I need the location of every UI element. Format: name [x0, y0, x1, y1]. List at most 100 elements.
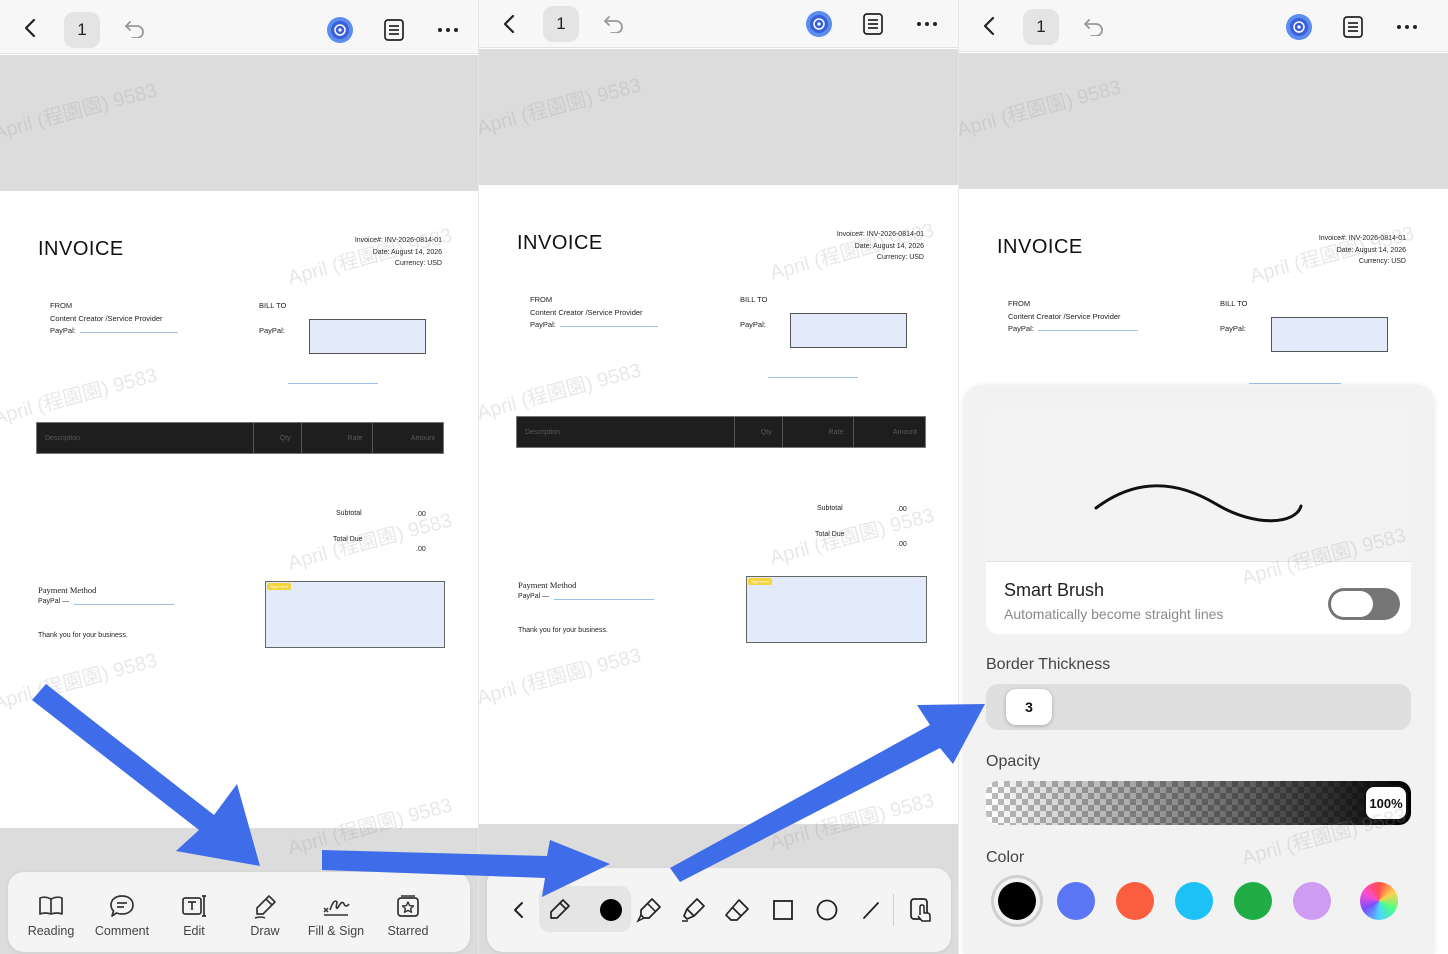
invoice-page: INVOICE Invoice#: INV-2026-0814-01 Date:…: [479, 185, 958, 824]
tool-line[interactable]: [857, 896, 885, 924]
from-label: FROM: [1008, 299, 1031, 308]
color-dot[interactable]: [600, 899, 622, 921]
billto-field[interactable]: [790, 313, 907, 348]
comment-icon: [110, 895, 134, 917]
sign-here-tag: Sign Here: [267, 583, 291, 590]
marker-icon: [636, 898, 661, 923]
ai-assistant-icon[interactable]: [326, 16, 354, 44]
outline-icon[interactable]: [861, 12, 885, 36]
outline-icon[interactable]: [1341, 15, 1365, 39]
billto-label: BILL TO: [740, 295, 768, 304]
top-bar: 1: [479, 0, 958, 48]
toolbar-fill-sign[interactable]: Fill & Sign: [304, 892, 368, 938]
tool-marker[interactable]: [635, 896, 663, 924]
from-name: Content Creator /Service Provider: [530, 307, 643, 317]
color-swatch-black[interactable]: [998, 882, 1036, 920]
from-name: Content Creator /Service Provider: [1008, 311, 1121, 321]
page-number: 1: [77, 20, 87, 39]
sign-here-tag: Sign Here: [748, 578, 772, 585]
billto-field[interactable]: [1271, 317, 1388, 352]
smart-brush-title: Smart Brush: [1004, 580, 1105, 600]
ai-assistant-icon[interactable]: [1285, 13, 1313, 41]
undo-icon[interactable]: [124, 18, 146, 38]
total-value: .00: [416, 546, 426, 553]
invoice-title: INVOICE: [997, 236, 1083, 258]
toolbar-starred-label: Starred: [387, 924, 429, 938]
tutorial-composite: 1 INVOICE Invoice#: INV-2026-0814-01 Dat…: [0, 0, 1448, 954]
color-swatch-custom[interactable]: [1360, 882, 1398, 920]
from-paypal-line: [560, 326, 658, 327]
screen-panel-1: 1 INVOICE Invoice#: INV-2026-0814-01 Dat…: [0, 0, 478, 954]
col-amount: Amount: [892, 428, 917, 436]
thickness-slider[interactable]: 3: [986, 684, 1411, 730]
ai-assistant-icon[interactable]: [805, 10, 833, 38]
tool-touch-pen[interactable]: [907, 896, 935, 924]
subtotal-label: Subtotal: [336, 510, 362, 517]
payment-method-label: Payment Method: [518, 580, 577, 590]
more-icon[interactable]: [915, 14, 939, 34]
invoice-page: INVOICE Invoice#: INV-2026-0814-01 Date:…: [0, 191, 478, 828]
smart-brush-description: Automatically become straight lines: [1004, 606, 1224, 622]
total-value: .00: [897, 541, 907, 548]
back-icon[interactable]: [22, 18, 38, 38]
color-swatch-cyan[interactable]: [1175, 882, 1213, 920]
color-swatch-lavender[interactable]: [1293, 882, 1331, 920]
toolbar-draw[interactable]: Draw: [233, 892, 297, 938]
screen-panel-2: 1 INVOICE Invoice#: INV-2026-0814-01 Dat…: [479, 0, 958, 954]
billto-label: BILL TO: [1220, 299, 1248, 308]
top-bar: 1: [0, 0, 478, 54]
page-number-button[interactable]: 1: [64, 12, 100, 48]
toolbar-separator: [893, 894, 894, 926]
toolbar-reading[interactable]: Reading: [19, 892, 83, 938]
smart-brush-card: Smart Brush Automatically become straigh…: [986, 408, 1411, 634]
page-number-button[interactable]: 1: [1023, 9, 1059, 45]
line-icon: [863, 902, 879, 919]
pen-icon: [550, 899, 570, 919]
payment-paypal: PayPal —: [518, 593, 550, 600]
undo-icon[interactable]: [603, 13, 625, 33]
toolbar-edit-label: Edit: [183, 924, 205, 938]
color-label: Color: [986, 849, 1025, 866]
page-number-button[interactable]: 1: [543, 6, 579, 42]
more-icon[interactable]: [436, 20, 460, 40]
tool-circle[interactable]: [813, 896, 841, 924]
undo-icon[interactable]: [1083, 16, 1105, 36]
color-swatch-blue[interactable]: [1057, 882, 1095, 920]
tool-pen[interactable]: [545, 896, 573, 924]
toolbar-comment[interactable]: Comment: [90, 892, 154, 938]
brush-settings-sheet: Smart Brush Automatically become straigh…: [964, 386, 1434, 954]
payment-method-label: Payment Method: [38, 585, 97, 595]
col-description: Description: [37, 423, 254, 453]
signature-field[interactable]: Sign Here: [746, 576, 927, 643]
tool-eraser[interactable]: [723, 896, 751, 924]
col-rate: Rate: [302, 423, 374, 453]
back-icon[interactable]: [981, 16, 997, 36]
highlighter-icon: [682, 898, 705, 922]
draw-toolbar: [487, 868, 951, 952]
screen-panel-3: 1 INVOICE Invoice#: INV-2026-0814-01 Dat…: [959, 0, 1448, 954]
circle-icon: [816, 899, 838, 921]
toolbar-starred[interactable]: Starred: [376, 892, 440, 938]
toolbar-reading-label: Reading: [27, 924, 75, 938]
draw-back-button[interactable]: [505, 896, 533, 924]
color-swatch-green[interactable]: [1234, 882, 1272, 920]
toolbar-edit[interactable]: Edit: [162, 892, 226, 938]
smart-brush-toggle[interactable]: [1328, 588, 1400, 620]
toolbar-draw-label: Draw: [250, 924, 280, 938]
color-swatch-orange[interactable]: [1116, 882, 1154, 920]
pen-icon: [254, 895, 276, 919]
outline-icon[interactable]: [382, 18, 406, 42]
signature-field[interactable]: Sign Here: [265, 581, 445, 648]
billto-field[interactable]: [309, 319, 426, 354]
back-icon[interactable]: [501, 14, 517, 34]
col-qty: Qty: [254, 423, 302, 453]
from-paypal-line: [1038, 330, 1138, 331]
col-description: Description: [517, 417, 735, 447]
from-name: Content Creator /Service Provider: [50, 313, 163, 323]
toolbar-comment-label: Comment: [94, 924, 150, 938]
tool-rectangle[interactable]: [769, 896, 797, 924]
billto-line: [288, 383, 378, 384]
tool-highlighter[interactable]: [679, 896, 707, 924]
thickness-thumb[interactable]: 3: [1006, 689, 1052, 725]
more-icon[interactable]: [1395, 17, 1419, 37]
